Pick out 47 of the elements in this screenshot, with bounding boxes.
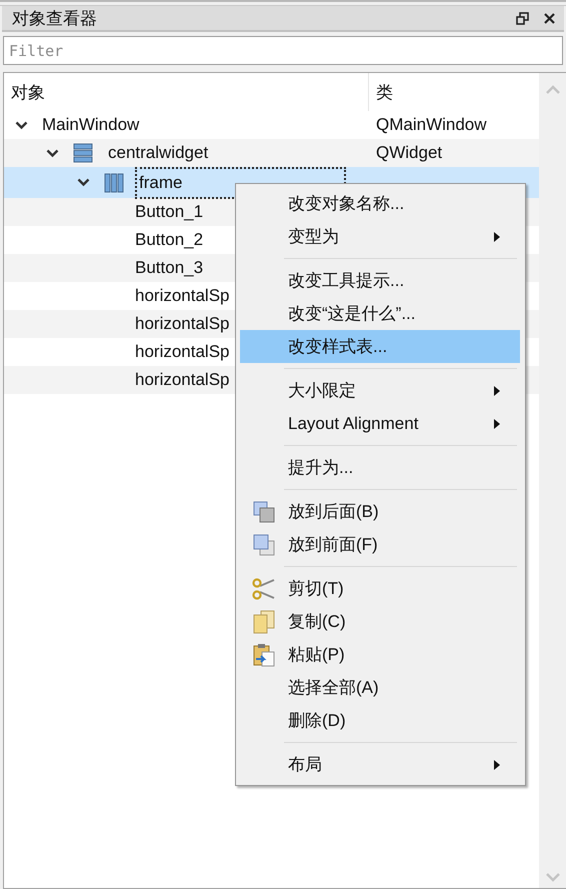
tree-item[interactable]: Button_2: [135, 228, 204, 252]
submenu-arrow-icon: [494, 760, 500, 770]
menu-item[interactable]: 放到前面(F): [240, 528, 520, 561]
menu-item[interactable]: 改变样式表...: [240, 330, 520, 363]
menu-item[interactable]: 改变“这是什么”...: [240, 297, 520, 330]
class-name: QWidget: [376, 143, 442, 162]
menu-item[interactable]: Layout Alignment: [240, 407, 520, 440]
copy-icon: [253, 610, 275, 634]
send-back-icon: [253, 500, 275, 522]
tree-item[interactable]: MainWindow: [42, 113, 140, 137]
submenu-arrow-icon: [494, 232, 500, 242]
menu-item[interactable]: 改变对象名称...: [240, 187, 520, 220]
menu-item[interactable]: 选择全部(A): [240, 671, 520, 704]
tree-item[interactable]: horizontalSp: [135, 284, 230, 308]
paste-icon: [253, 642, 275, 666]
menu-item[interactable]: 复制(C): [240, 605, 520, 638]
chevron-icon[interactable]: [77, 178, 90, 187]
chevron-icon[interactable]: [15, 120, 28, 130]
tree-item[interactable]: horizontalSp: [135, 340, 230, 364]
chevron-icon[interactable]: [46, 148, 59, 158]
filter-field[interactable]: Filter: [3, 36, 563, 65]
menu-item[interactable]: 剪切(T): [240, 572, 520, 605]
tree-item[interactable]: Button_1: [135, 200, 204, 224]
menu-item[interactable]: 放到后面(B): [240, 495, 520, 528]
tree-item[interactable]: Button_3: [135, 256, 204, 280]
vertical-layout-icon: [73, 143, 93, 163]
menu-item[interactable]: 变型为: [240, 220, 520, 253]
menu-item[interactable]: 布局: [240, 748, 520, 781]
scissors-icon: [252, 578, 276, 600]
column-header[interactable]: 对象: [4, 73, 369, 111]
menu-item[interactable]: 改变工具提示...: [240, 264, 520, 297]
menu-item[interactable]: 粘贴(P): [240, 638, 520, 671]
float-icon[interactable]: [516, 12, 529, 24]
class-name: QMainWindow: [376, 115, 487, 134]
submenu-arrow-icon: [494, 386, 500, 396]
tree-item[interactable]: horizontalSp: [135, 368, 230, 392]
panel-title: 对象查看器: [12, 8, 98, 30]
menu-item[interactable]: 提升为...: [240, 451, 520, 484]
tree-item[interactable]: centralwidget: [108, 141, 208, 165]
menu-item[interactable]: 删除(D): [240, 704, 520, 737]
submenu-arrow-icon: [494, 418, 500, 428]
tree-item[interactable]: horizontalSp: [135, 312, 230, 336]
close-icon[interactable]: [543, 12, 556, 24]
column-header[interactable]: 类: [369, 73, 539, 111]
bring-front-icon: [253, 534, 275, 556]
menu-item[interactable]: 大小限定: [240, 374, 520, 407]
horizontal-layout-icon: [104, 172, 124, 192]
